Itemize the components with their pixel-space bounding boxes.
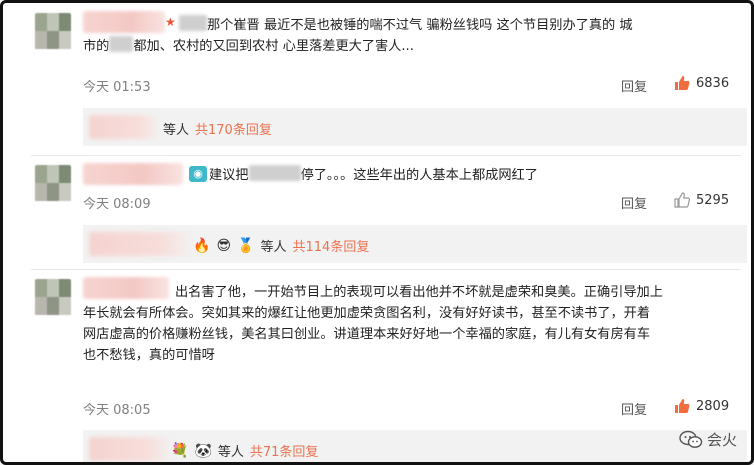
panda-emoji-icon: 🐼: [194, 442, 212, 459]
reply-button[interactable]: 回复: [621, 193, 647, 212]
sub-reply-summary[interactable]: 💐 🐼 等人 共71条回复: [83, 430, 747, 462]
sub-reply-summary[interactable]: 等人 共170条回复: [83, 108, 747, 146]
watermark: 会火: [679, 429, 737, 450]
comment-text: 那个崔晋 最近不是也被锤的喘不过气 骗粉丝钱吗 这个节目别办了真的 城 市的 都加…: [83, 15, 633, 57]
like-count: 5295: [696, 192, 730, 208]
camera-badge-icon: ◉: [189, 166, 207, 182]
username[interactable]: [83, 163, 183, 185]
avatar[interactable]: [35, 13, 71, 49]
fire-emoji-icon: 🔥: [193, 237, 211, 254]
watermark-text: 会火: [706, 431, 737, 449]
reply-button[interactable]: 回复: [621, 76, 647, 95]
divider: [31, 269, 741, 270]
comment-panel: ★ 那个崔晋 最近不是也被锤的喘不过气 骗粉丝钱吗 这个节目别办了真的 城 市的…: [0, 0, 754, 465]
sub-reply-count-link[interactable]: 共71条回复: [250, 441, 319, 460]
thumbs-up-icon: [675, 399, 690, 413]
sub-reply-count-link[interactable]: 共114条回复: [293, 236, 370, 255]
sub-reply-avatars: [89, 437, 173, 461]
comment-text: 出名害了他，一开始节目上的表现可以看出他并不坏就是虚荣和臭美。正确引导加上 年长…: [83, 285, 663, 363]
reply-button[interactable]: 回复: [621, 399, 647, 418]
sub-reply-avatars: [89, 232, 193, 256]
avatar[interactable]: [35, 279, 71, 315]
bouquet-emoji-icon: 💐: [171, 442, 189, 459]
sub-reply-label: 等人: [163, 123, 190, 138]
wechat-logo-icon: [679, 430, 703, 448]
sub-reply-label: 等人: [217, 445, 244, 460]
like-button[interactable]: 2809: [673, 397, 729, 415]
like-button[interactable]: 6836: [673, 74, 729, 92]
sunglasses-emoji-icon: 😎: [216, 237, 232, 254]
thumbs-up-icon: [675, 76, 690, 90]
sub-reply-avatars: [89, 115, 161, 139]
thumbs-up-icon: [674, 192, 691, 208]
sub-reply-summary[interactable]: 🔥 😎 🏅 等人 共114条回复: [83, 225, 747, 263]
divider: [31, 155, 741, 156]
comment-time: 今天 08:09: [83, 197, 151, 212]
sub-reply-count-link[interactable]: 共170条回复: [195, 119, 272, 138]
like-button[interactable]: 5295: [673, 191, 729, 209]
comment-time: 今天 01:53: [83, 80, 151, 95]
medal-emoji-icon: 🏅: [237, 237, 255, 254]
comment-time: 今天 08:05: [83, 403, 151, 418]
sub-reply-label: 等人: [260, 240, 287, 255]
like-count: 6836: [696, 75, 730, 91]
comment-text: 建议把 停了。。。这些年出的人基本上都成网红了: [209, 165, 538, 186]
like-count: 2809: [696, 398, 730, 414]
avatar[interactable]: [35, 165, 71, 201]
